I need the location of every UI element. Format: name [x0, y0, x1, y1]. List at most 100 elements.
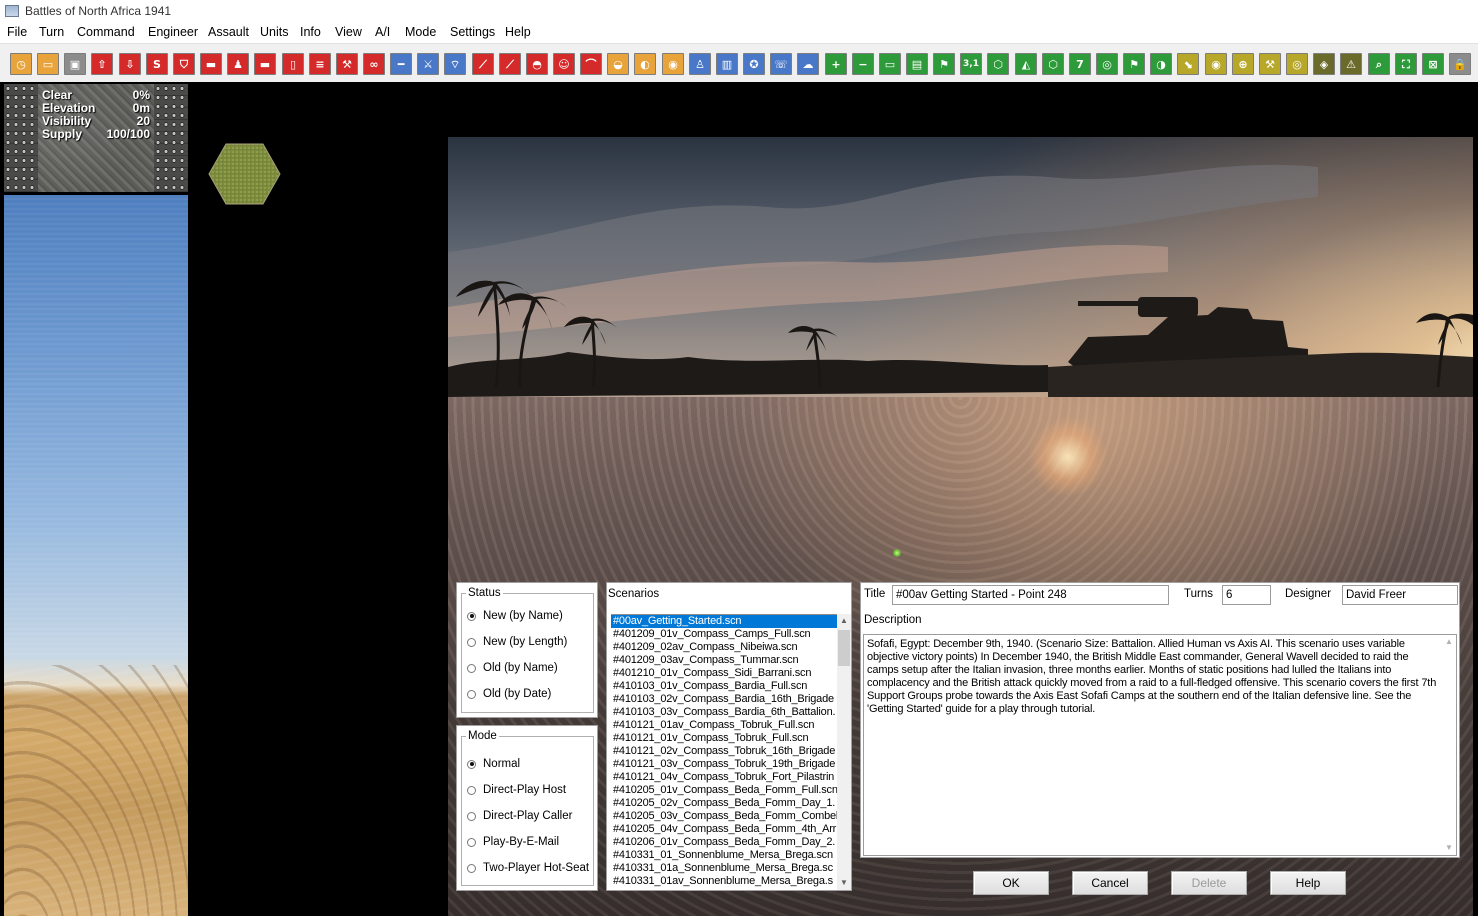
flag-icon[interactable]: ⚑	[1123, 53, 1145, 75]
layers-icon[interactable]: ◈	[1313, 53, 1335, 75]
crossed-swords-icon[interactable]: ⚔	[417, 53, 439, 75]
scenario-list-item[interactable]: #410205_01v_Compass_Beda_Fomm_Full.scn	[611, 784, 837, 797]
menu-turn[interactable]: Turn	[39, 25, 64, 39]
truck-icon[interactable]: ▬	[254, 53, 276, 75]
scenario-list-item[interactable]: #410331_01av_Sonnenblume_Mersa_Brega.s	[611, 875, 837, 888]
scenario-list-item[interactable]: #410205_02v_Compass_Beda_Fomm_Day_1.	[611, 797, 837, 810]
scenario-list-item[interactable]: #410205_04v_Compass_Beda_Fomm_4th_Arr	[611, 823, 837, 836]
radio-icon[interactable]	[467, 637, 476, 647]
status-old-by-date[interactable]: Old (by Date)	[467, 688, 551, 700]
mode-two-player-hot-seat[interactable]: Two-Player Hot-Seat	[467, 862, 589, 874]
warning-icon[interactable]: ⚠	[1340, 53, 1362, 75]
scenario-list-item[interactable]: #410121_01av_Compass_Tobruk_Full.scn	[611, 719, 837, 732]
scenario-list-item[interactable]: #410331_01a_Sonnenblume_Mersa_Brega.sc	[611, 862, 837, 875]
close-box-icon[interactable]: ⊠	[1422, 53, 1444, 75]
menu-engineer[interactable]: Engineer	[148, 25, 198, 39]
scenario-list-item[interactable]: #410331_01_Sonnenblume_Mersa_Brega.scn	[611, 849, 837, 862]
signal-icon[interactable]: ⌔	[444, 53, 466, 75]
medal-icon[interactable]: ✪	[743, 53, 765, 75]
scroll-thumb[interactable]	[838, 630, 850, 666]
scroll-up-arrow-icon[interactable]: ▲	[837, 614, 851, 628]
magnifier-icon[interactable]: ⌕	[1368, 53, 1390, 75]
menu-assault[interactable]: Assault	[208, 25, 249, 39]
menu-settings[interactable]: Settings	[450, 25, 495, 39]
mine-icon[interactable]: ◐	[634, 53, 656, 75]
cannon-icon[interactable]: ⟋	[499, 53, 521, 75]
tools-icon[interactable]: ⚒	[1259, 53, 1281, 75]
menu-view[interactable]: View	[335, 25, 362, 39]
radio-icon[interactable]	[467, 663, 476, 673]
wrench-icon[interactable]: ⚒	[336, 53, 358, 75]
download-icon[interactable]: ⇩	[119, 53, 141, 75]
help-button[interactable]: Help	[1270, 871, 1346, 895]
upload-icon[interactable]: ⇧	[91, 53, 113, 75]
scenario-list-item[interactable]: #401210_01v_Compass_Sidi_Barrani.scn	[611, 667, 837, 680]
radio-icon[interactable]	[467, 863, 476, 873]
mode-direct-play-caller[interactable]: Direct-Play Caller	[467, 810, 572, 822]
hex-icon[interactable]: ⬡	[987, 53, 1009, 75]
scenario-list-item[interactable]: #410205_03v_Compass_Beda_Fomm_Combel	[611, 810, 837, 823]
scroll-up-arrow-icon[interactable]: ▲	[1442, 635, 1456, 649]
hex-outline-icon[interactable]: ⬡	[1042, 53, 1064, 75]
screen-icon[interactable]: ▭	[37, 53, 59, 75]
terrain-icon[interactable]: ◭	[1015, 53, 1037, 75]
scenario-list-item[interactable]: #00av_Getting_Started.scn	[611, 615, 837, 628]
scenario-list-item[interactable]: #401209_03av_Compass_Tummar.scn	[611, 654, 837, 667]
door-icon[interactable]: ▯	[282, 53, 304, 75]
scenario-list[interactable]: #00av_Getting_Started.scn #401209_01v_Com…	[611, 614, 837, 891]
scenario-scrollbar[interactable]: ▲ ▼	[837, 614, 851, 890]
radio-icon[interactable]	[467, 611, 476, 621]
objective-icon[interactable]: ◉	[1205, 53, 1227, 75]
scroll-down-arrow-icon[interactable]: ▼	[1442, 841, 1456, 855]
face-icon[interactable]: ☺	[553, 53, 575, 75]
zoom-in-plus-icon[interactable]: +	[825, 53, 847, 75]
crosshair-icon[interactable]: ⊕	[1232, 53, 1254, 75]
ok-button[interactable]: OK	[973, 871, 1049, 895]
list-icon[interactable]: ≡	[309, 53, 331, 75]
map-icon[interactable]: ▤	[906, 53, 928, 75]
scenario-list-item[interactable]: #401209_01v_Compass_Camps_Full.scn	[611, 628, 837, 641]
menu-ai[interactable]: A/I	[375, 25, 390, 39]
binoculars-icon[interactable]: ∞	[363, 53, 385, 75]
helmet-icon[interactable]: ◓	[526, 53, 548, 75]
cancel-button[interactable]: Cancel	[1072, 871, 1148, 895]
lock-icon[interactable]: 🔒	[1449, 53, 1471, 75]
mode-normal[interactable]: Normal	[467, 758, 520, 770]
menu-mode[interactable]: Mode	[405, 25, 436, 39]
designer-field[interactable]: David Freer	[1342, 585, 1458, 605]
move-path-icon[interactable]: ⬊	[1177, 53, 1199, 75]
menu-help[interactable]: Help	[505, 25, 531, 39]
menu-command[interactable]: Command	[77, 25, 135, 39]
radio-icon[interactable]	[467, 837, 476, 847]
menu-info[interactable]: Info	[300, 25, 321, 39]
mode-play-by-email[interactable]: Play-By-E-Mail	[467, 836, 559, 848]
status-old-by-name[interactable]: Old (by Name)	[467, 662, 558, 674]
contrast-icon[interactable]: ◑	[1150, 53, 1172, 75]
scenario-list-item[interactable]: #410103_01v_Compass_Bardia_Full.scn	[611, 680, 837, 693]
ration-icon[interactable]: ◉	[662, 53, 684, 75]
coordinates-icon[interactable]: 3,1	[960, 53, 982, 75]
monitor-icon[interactable]: ▭	[879, 53, 901, 75]
scenario-list-item[interactable]: #410103_02v_Compass_Bardia_16th_Brigade	[611, 693, 837, 706]
phone-icon[interactable]: ☏	[770, 53, 792, 75]
scenario-list-item[interactable]: #410206_01v_Compass_Beda_Fomm_Day_2.	[611, 836, 837, 849]
radio-icon[interactable]	[467, 689, 476, 699]
radio-icon[interactable]	[467, 811, 476, 821]
scenario-list-item[interactable]: #410121_03v_Compass_Tobruk_19th_Brigade	[611, 758, 837, 771]
status-new-by-name[interactable]: New (by Name)	[467, 610, 563, 622]
bridge-icon[interactable]: ⌒	[580, 53, 602, 75]
scenario-list-item[interactable]: #410103_03v_Compass_Bardia_6th_Battalion…	[611, 706, 837, 719]
infantry-icon[interactable]: ♟	[227, 53, 249, 75]
artillery-icon[interactable]: ⟋	[472, 53, 494, 75]
signpost-icon[interactable]: ⚑	[933, 53, 955, 75]
target-icon[interactable]: ◎	[1096, 53, 1118, 75]
mode-direct-play-host[interactable]: Direct-Play Host	[467, 784, 566, 796]
number-seven-icon[interactable]: 7	[1069, 53, 1091, 75]
scenario-list-item[interactable]: #401209_02av_Compass_Nibeiwa.scn	[611, 641, 837, 654]
fullscreen-icon[interactable]: ⛶	[1395, 53, 1417, 75]
delete-button[interactable]: Delete	[1171, 871, 1247, 895]
ring-icon[interactable]: ◎	[1286, 53, 1308, 75]
rifle-icon[interactable]: ━	[390, 53, 412, 75]
radio-icon[interactable]	[467, 759, 476, 769]
cloud-icon[interactable]: ☁	[797, 53, 819, 75]
